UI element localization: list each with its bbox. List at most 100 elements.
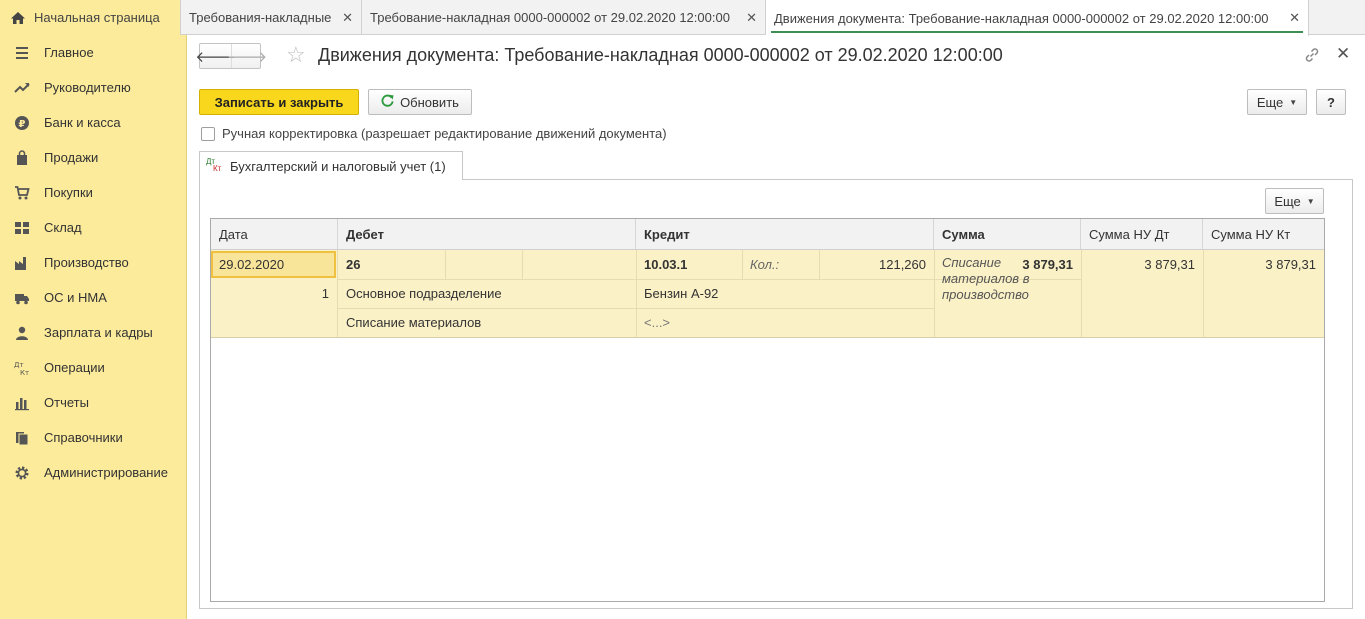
dropdown-arrow-icon: ▼: [1306, 196, 1315, 206]
refresh-icon: [381, 94, 394, 111]
forward-button[interactable]: 🡒: [227, 44, 267, 68]
history-nav: 🡐 🡒: [195, 43, 267, 69]
dt-kt-icon: Дт Кт: [14, 360, 30, 376]
column-header-credit[interactable]: Кредит: [636, 219, 934, 250]
ruble-icon: ₽: [14, 115, 30, 131]
postings-table[interactable]: Дата Дебет Кредит Сумма Сумма НУ Дт Сумм…: [210, 218, 1325, 602]
sidebar-item-label: Главное: [44, 45, 94, 60]
column-header-sum-tax-kt[interactable]: Сумма НУ Кт: [1203, 219, 1324, 250]
person-icon: [14, 325, 30, 341]
cell-debit-subconto-1[interactable]: Основное подразделение: [338, 279, 636, 308]
tab-label: Требования-накладные: [189, 10, 332, 25]
svg-text:Дт: Дт: [14, 361, 24, 369]
close-icon[interactable]: ✕: [1289, 10, 1300, 26]
sidebar-item-label: Продажи: [44, 150, 99, 165]
tab-label: Требование-накладная 0000-000002 от 29.0…: [370, 10, 730, 25]
tab-home-label: Начальная страница: [34, 10, 160, 25]
tab-label: Бухгалтерский и налоговый учет (1): [230, 158, 446, 174]
refresh-button[interactable]: Обновить: [368, 89, 472, 115]
close-icon[interactable]: ✕: [1336, 44, 1350, 64]
cell-description[interactable]: Списание материалов в производство: [942, 255, 1080, 303]
manual-edit-option[interactable]: Ручная корректировка (разрешает редактир…: [201, 126, 667, 141]
truck-icon: [14, 290, 30, 306]
tab-document-movements[interactable]: Движения документа: Требование-накладная…: [766, 0, 1309, 36]
bag-icon: [14, 149, 30, 166]
column-header-date[interactable]: Дата: [211, 219, 338, 250]
sidebar-item-label: Банк и касса: [44, 115, 121, 130]
tab-bar: Начальная страница Требования-накладные …: [0, 0, 1365, 36]
column-header-sum[interactable]: Сумма: [934, 219, 1081, 250]
sidebar-item-payroll[interactable]: Зарплата и кадры: [0, 315, 186, 350]
help-button[interactable]: ?: [1316, 89, 1346, 115]
menu-icon: [14, 45, 30, 61]
document-movements-form: 🡐 🡒 ☆ Движения документа: Требование-нак…: [187, 36, 1365, 619]
cell-credit-qty[interactable]: 121,260: [819, 250, 934, 279]
factory-icon: [14, 255, 30, 271]
column-header-sum-tax-dt[interactable]: Сумма НУ Дт: [1081, 219, 1203, 250]
tab-requisitions-list[interactable]: Требования-накладные ✕: [181, 0, 362, 35]
svg-text:₽: ₽: [19, 119, 26, 130]
sidebar-item-purchases[interactable]: Покупки: [0, 175, 186, 210]
sidebar-item-label: Справочники: [44, 430, 123, 445]
sidebar-item-bank[interactable]: ₽ Банк и касса: [0, 105, 186, 140]
cell-date[interactable]: 29.02.2020: [211, 251, 336, 278]
sidebar-item-manager[interactable]: Руководителю: [0, 70, 186, 105]
warehouse-icon: [14, 220, 30, 236]
more-button[interactable]: Еще ▼: [1247, 89, 1307, 115]
dt-kt-icon: Дт Кт: [206, 157, 222, 173]
close-icon[interactable]: ✕: [342, 10, 353, 26]
sidebar-item-label: Отчеты: [44, 395, 89, 410]
arrow-right-icon: 🡒: [226, 48, 268, 66]
manual-edit-checkbox[interactable]: [201, 126, 215, 141]
sidebar-item-administration[interactable]: Администрирование: [0, 455, 186, 490]
button-label: Обновить: [400, 94, 459, 110]
sidebar-item-operations[interactable]: Дт Кт Операции: [0, 350, 186, 385]
books-icon: [14, 430, 30, 446]
gear-icon: [14, 465, 30, 481]
sidebar: Главное Руководителю ₽ Банк и касса Прод…: [0, 35, 187, 619]
button-label: Еще: [1274, 193, 1301, 209]
sidebar-item-warehouse[interactable]: Склад: [0, 210, 186, 245]
cart-icon: [14, 185, 30, 201]
save-and-close-button[interactable]: Записать и закрыть: [199, 89, 359, 115]
cell-credit-subconto-2[interactable]: <...>: [636, 308, 934, 337]
favorite-star-icon[interactable]: ☆: [286, 43, 306, 67]
cell-debit-subconto-2[interactable]: Списание материалов: [338, 308, 636, 337]
grid-more-button[interactable]: Еще ▼: [1265, 188, 1324, 214]
tab-label: Движения документа: Требование-накладная…: [774, 10, 1269, 26]
button-label: ?: [1327, 94, 1335, 110]
svg-text:Кт: Кт: [20, 369, 29, 376]
button-label: Еще: [1256, 94, 1284, 110]
tab-requisition-document[interactable]: Требование-накладная 0000-000002 от 29.0…: [362, 0, 766, 35]
sidebar-item-production[interactable]: Производство: [0, 245, 186, 280]
sidebar-item-label: Производство: [44, 255, 129, 270]
cell-credit-subconto-1[interactable]: Бензин А-92: [636, 279, 934, 308]
sidebar-item-sales[interactable]: Продажи: [0, 140, 186, 175]
bar-chart-icon: [14, 395, 30, 411]
sidebar-item-label: Склад: [44, 220, 82, 235]
column-header-debit[interactable]: Дебет: [338, 219, 636, 250]
home-icon: [11, 11, 25, 24]
link-icon[interactable]: [1303, 46, 1321, 64]
sidebar-item-label: Администрирование: [44, 465, 168, 480]
page-title: Движения документа: Требование-накладная…: [318, 45, 1003, 65]
cell-debit-account[interactable]: 26: [338, 250, 445, 279]
sidebar-item-fixed-assets[interactable]: ОС и НМА: [0, 280, 186, 315]
cell-credit-account[interactable]: 10.03.1: [636, 250, 742, 279]
sidebar-item-label: Зарплата и кадры: [44, 325, 153, 340]
manual-edit-label: Ручная корректировка (разрешает редактир…: [222, 126, 667, 141]
tab-home[interactable]: Начальная страница: [0, 0, 181, 35]
cell-sum-tax-dt[interactable]: 3 879,31: [1081, 250, 1203, 279]
close-icon[interactable]: ✕: [746, 10, 757, 26]
sidebar-item-label: Руководителю: [44, 80, 131, 95]
sidebar-item-references[interactable]: Справочники: [0, 420, 186, 455]
sidebar-item-reports[interactable]: Отчеты: [0, 385, 186, 420]
sidebar-item-main[interactable]: Главное: [0, 35, 186, 70]
cell-sum-tax-kt[interactable]: 3 879,31: [1203, 250, 1324, 279]
tab-accounting-tax[interactable]: Дт Кт Бухгалтерский и налоговый учет (1): [199, 151, 463, 180]
cell-line-number: 1: [321, 286, 329, 301]
sidebar-item-label: Операции: [44, 360, 105, 375]
trend-icon: [14, 80, 30, 96]
sidebar-item-label: ОС и НМА: [44, 290, 107, 305]
button-label: Записать и закрыть: [214, 94, 344, 110]
